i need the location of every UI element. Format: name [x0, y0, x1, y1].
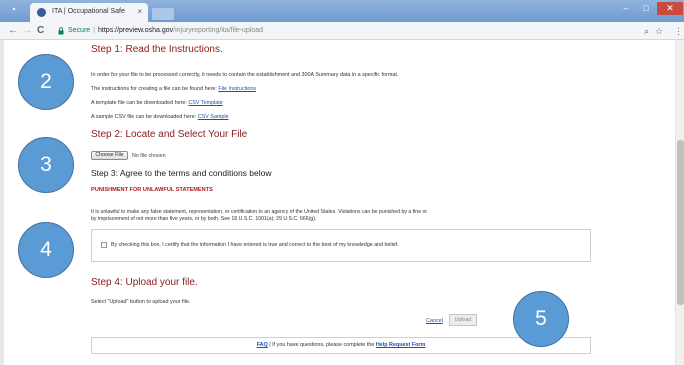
file-instructions-link[interactable]: File Instructions: [218, 86, 256, 92]
favicon-icon: [37, 8, 46, 17]
instructions-line: The instructions for creating a file can…: [91, 86, 256, 92]
page-scrollbar[interactable]: [675, 40, 684, 365]
forward-button[interactable]: →: [22, 25, 32, 37]
window-close-button[interactable]: ✕: [657, 2, 683, 15]
callout-badge-2: 2: [18, 54, 74, 110]
new-tab-button[interactable]: [152, 8, 174, 20]
scrollbar-thumb[interactable]: [677, 140, 684, 305]
help-footer: FAQ | If you have questions, please comp…: [91, 337, 591, 354]
callout-badge-4: 4: [18, 222, 74, 278]
callout-badge-5: 5: [513, 291, 569, 347]
maximize-button[interactable]: □: [636, 2, 656, 15]
upload-button[interactable]: Upload: [449, 314, 477, 326]
help-request-form-link[interactable]: Help Request Form: [376, 342, 425, 348]
certification-box: By checking this box, I certify that the…: [91, 229, 591, 262]
back-button[interactable]: ←: [8, 25, 18, 37]
csv-sample-link[interactable]: CSV Sample: [198, 114, 229, 120]
browser-menu-icon[interactable]: ⋮: [674, 25, 683, 37]
warning-line-1: It is unlawful to make any false stateme…: [91, 209, 428, 215]
reload-button[interactable]: C: [37, 25, 44, 37]
browser-tab[interactable]: ITA | Occupational Safe ×: [30, 3, 148, 22]
certify-checkbox[interactable]: [101, 242, 107, 248]
bookmark-star-icon[interactable]: ☆: [655, 25, 663, 37]
csv-template-link[interactable]: CSV Template: [188, 100, 222, 106]
browser-toolbar: ← → C Secure | https://preview.osha.gov/in…: [0, 22, 684, 40]
step2-title: Step 2: Locate and Select Your File: [91, 129, 248, 140]
secure-label: Secure: [68, 27, 91, 34]
url-host: https://preview.osha.gov: [98, 27, 174, 34]
warning-heading: PUNISHMENT FOR UNLAWFUL STATEMENTS: [91, 187, 213, 193]
warning-text: It is unlawful to make any false stateme…: [91, 209, 591, 223]
browser-tab-strip: ◔ ITA | Occupational Safe × – □ ✕: [0, 0, 684, 22]
callout-badge-3: 3: [18, 137, 74, 193]
faq-link[interactable]: FAQ: [257, 342, 268, 348]
sample-text: A sample CSV file can be downloaded here…: [91, 114, 197, 120]
cancel-link[interactable]: Cancel: [426, 318, 443, 324]
step1-title: Step 1: Read the Instructions.: [91, 44, 223, 55]
url-path: /injuryreporting/ita/file-upload: [173, 27, 264, 34]
footer-text: | If you have questions, please complete…: [269, 342, 375, 348]
tab-close-icon[interactable]: ×: [137, 7, 142, 16]
no-file-text: No file chosen: [132, 153, 166, 159]
minimize-button[interactable]: –: [616, 2, 636, 15]
template-line: A template file can be downloaded here: …: [91, 100, 223, 106]
step4-text: Select "Upload" button to upload your fi…: [91, 299, 191, 305]
sample-line: A sample CSV file can be downloaded here…: [91, 114, 229, 120]
step1-text: In order for your file to be processed c…: [91, 72, 399, 78]
step3-title: Step 3: Agree to the terms and condition…: [91, 168, 272, 178]
browser-app-icon[interactable]: ◔: [6, 4, 20, 16]
tab-title: ITA | Occupational Safe: [52, 8, 125, 15]
lock-icon: [58, 27, 64, 35]
address-bar[interactable]: Secure | https://preview.osha.gov/injuryre…: [56, 24, 644, 38]
zoom-icon[interactable]: ⌕: [644, 25, 649, 37]
certify-label[interactable]: By checking this box, I certify that the…: [111, 242, 399, 248]
template-text: A template file can be downloaded here:: [91, 100, 187, 106]
instructions-text: The instructions for creating a file can…: [91, 86, 217, 92]
page-left-border: [0, 40, 4, 365]
step4-title: Step 4: Upload your file.: [91, 277, 198, 288]
choose-file-button[interactable]: Choose File: [91, 151, 128, 160]
warning-line-2: by imprisonment of not more than five ye…: [91, 216, 317, 222]
